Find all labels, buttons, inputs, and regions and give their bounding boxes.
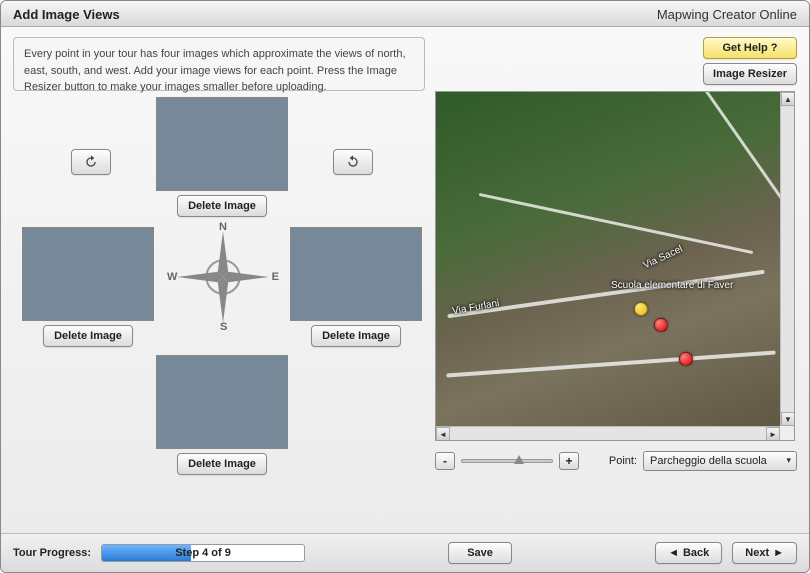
back-label: Back (683, 547, 709, 559)
map-container: Scuola elementare di Faver Via Sacel Via… (435, 91, 795, 441)
delete-east-button[interactable]: Delete Image (311, 325, 401, 347)
help-buttons: Get Help ? Image Resizer (703, 37, 797, 85)
rotate-right-icon (83, 154, 99, 170)
map-viewport[interactable]: Scuola elementare di Faver Via Sacel Via… (436, 92, 780, 426)
point-label: Point: (609, 455, 637, 467)
right-pane: Get Help ? Image Resizer Scuola elementa… (435, 37, 797, 523)
page-title: Add Image Views (13, 7, 120, 22)
image-resizer-button[interactable]: Image Resizer (703, 63, 797, 85)
instructions-row: Every point in your tour has four images… (13, 37, 425, 91)
app-window: Add Image Views Mapwing Creator Online E… (0, 0, 810, 573)
zoom-slider[interactable] (461, 459, 553, 463)
view-south: Delete Image (155, 355, 289, 475)
scroll-left-icon[interactable]: ◄ (436, 427, 450, 441)
point-select[interactable]: Parcheggio della scuola (643, 451, 797, 471)
progress-bar: Step 4 of 9 (101, 544, 305, 562)
get-help-button[interactable]: Get Help ? (703, 37, 797, 59)
zoom-out-button[interactable]: - (435, 452, 455, 470)
app-name: Mapwing Creator Online (657, 7, 797, 22)
left-pane: Every point in your tour has four images… (13, 37, 425, 523)
south-image[interactable] (156, 355, 288, 449)
map-road (447, 270, 764, 318)
map-road (479, 193, 754, 254)
view-east: Delete Image (289, 227, 423, 347)
zoom-in-button[interactable]: + (559, 452, 579, 470)
progress-text: Step 4 of 9 (102, 545, 304, 561)
scroll-right-icon[interactable]: ► (766, 427, 780, 441)
map-scrollbar-vertical[interactable]: ▲ ▼ (780, 92, 794, 426)
next-label: Next (745, 547, 769, 559)
rotate-cw-button[interactable] (333, 149, 373, 175)
scroll-up-icon[interactable]: ▲ (781, 92, 795, 106)
map-scrollbar-horizontal[interactable]: ◄ ► (436, 426, 780, 440)
delete-south-button[interactable]: Delete Image (177, 453, 267, 475)
instructions-text: Every point in your tour has four images… (13, 37, 425, 91)
next-arrow-icon: ► (773, 547, 784, 559)
save-button[interactable]: Save (448, 542, 512, 564)
rotate-ccw-button[interactable] (71, 149, 111, 175)
next-button[interactable]: Next ► (732, 542, 797, 564)
map-road (677, 92, 780, 216)
zoom-and-point-row: - + Point: Parcheggio della scuola (435, 451, 797, 471)
view-west: Delete Image (21, 227, 155, 347)
compass-e-label: E (272, 271, 279, 283)
content-area: Every point in your tour has four images… (1, 27, 809, 533)
compass-n-label: N (219, 221, 227, 233)
back-arrow-icon: ◄ (668, 547, 679, 559)
map-road (446, 350, 775, 377)
map-marker[interactable] (679, 352, 693, 366)
compass-icon (171, 225, 275, 329)
scroll-down-icon[interactable]: ▼ (781, 412, 795, 426)
east-image[interactable] (290, 227, 422, 321)
image-views-area: Delete Image Delete Image Delete Image D… (13, 97, 425, 523)
progress-label: Tour Progress: (13, 547, 91, 559)
zoom-slider-thumb[interactable] (514, 455, 524, 464)
map-label-via-sacel: Via Sacel (642, 244, 685, 272)
north-image[interactable] (156, 97, 288, 191)
map-marker-selected[interactable] (634, 302, 648, 316)
back-button[interactable]: ◄ Back (655, 542, 722, 564)
west-image[interactable] (22, 227, 154, 321)
footer: Tour Progress: Step 4 of 9 Save ◄ Back N… (1, 533, 809, 572)
delete-north-button[interactable]: Delete Image (177, 195, 267, 217)
compass-w-label: W (167, 271, 177, 283)
delete-west-button[interactable]: Delete Image (43, 325, 133, 347)
compass-rose: N S E W (171, 225, 275, 329)
view-north: Delete Image (155, 97, 289, 217)
titlebar: Add Image Views Mapwing Creator Online (1, 1, 809, 27)
rotate-left-icon (345, 154, 361, 170)
map-marker[interactable] (654, 318, 668, 332)
compass-s-label: S (220, 321, 227, 333)
